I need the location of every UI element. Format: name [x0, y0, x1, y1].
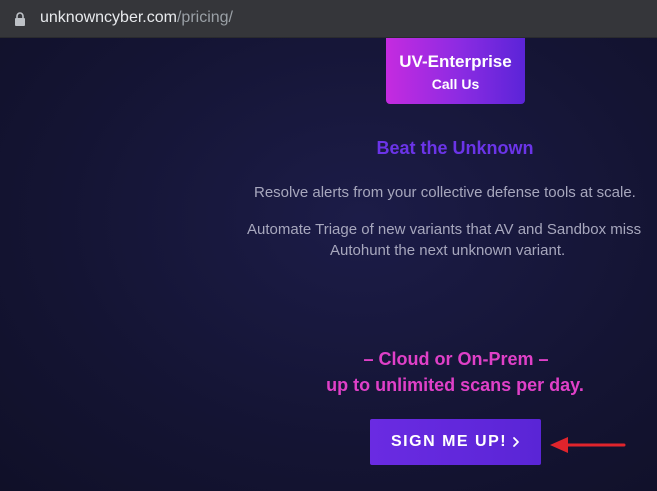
address-bar[interactable]: unknowncyber.com/pricing/	[0, 0, 657, 38]
description-line-3: Autohunt the next unknown variant.	[330, 242, 566, 259]
scan-limit: up to unlimited scans per day.	[326, 375, 584, 395]
url-text[interactable]: unknowncyber.com/pricing/	[40, 9, 233, 27]
description-line-1: Resolve alerts from your collective defe…	[254, 184, 636, 201]
red-arrow-icon	[550, 437, 626, 453]
section-headline: Beat the Unknown	[376, 138, 534, 158]
url-domain: unknowncyber.com	[40, 9, 177, 26]
chevron-right-icon	[513, 437, 519, 447]
plan-cta: Call Us	[431, 76, 480, 92]
deployment-options: – Cloud or On-Prem –	[363, 349, 549, 369]
lock-icon[interactable]	[14, 12, 26, 26]
sign-up-label: SIGN ME UP!	[391, 433, 508, 450]
url-path: /pricing/	[176, 9, 233, 26]
description-line-2: Automate Triage of new variants that AV …	[247, 221, 642, 238]
plan-badge[interactable]: UV-Enterprise Call Us	[386, 38, 525, 104]
pricing-page: UV-Enterprise Call Us Beat the Unknown R…	[0, 38, 657, 491]
sign-up-button[interactable]: SIGN ME UP!	[370, 419, 541, 465]
plan-name: UV-Enterprise	[399, 52, 512, 71]
